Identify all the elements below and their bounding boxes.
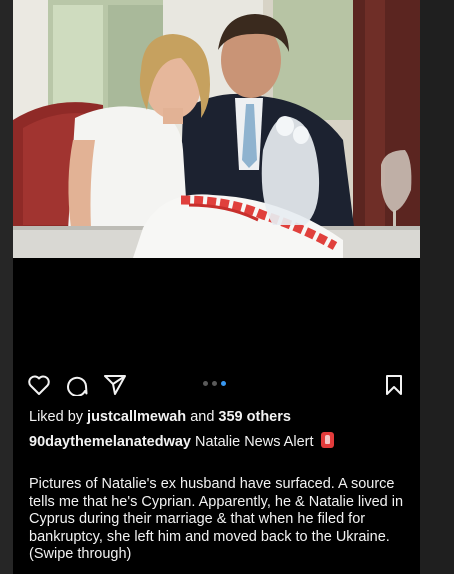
right-margin xyxy=(420,0,454,574)
instagram-post: Liked by justcallmewah and 359 others 90… xyxy=(13,0,420,574)
bookmark-icon[interactable] xyxy=(384,374,404,396)
caption-body: Pictures of Natalie's ex husband have su… xyxy=(29,476,404,562)
alert-light-icon xyxy=(320,432,334,448)
left-margin xyxy=(0,0,13,574)
liked-by-middle: and xyxy=(186,409,219,425)
carousel-dot xyxy=(212,381,217,386)
wedding-photo-illustration xyxy=(13,0,420,258)
comment-icon[interactable] xyxy=(65,374,89,396)
liked-by-count[interactable]: 359 others xyxy=(218,409,291,425)
caption-title: Natalie News Alert xyxy=(195,434,314,450)
liked-by-user[interactable]: justcallmewah xyxy=(87,409,186,425)
caption-header: 90daythemelanatedway Natalie News Alert xyxy=(29,432,414,452)
paper-plane-icon[interactable] xyxy=(103,374,127,396)
action-bar xyxy=(13,370,420,400)
carousel-dot-active xyxy=(221,381,226,386)
post-username[interactable]: 90daythemelanatedway xyxy=(29,434,191,450)
carousel-indicator xyxy=(203,381,226,386)
liked-by-prefix: Liked by xyxy=(29,409,88,425)
post-photo[interactable] xyxy=(13,0,420,258)
likes-line: Liked by justcallmewah and 359 others xyxy=(29,408,414,427)
carousel-dot xyxy=(203,381,208,386)
heart-icon[interactable] xyxy=(27,374,51,396)
